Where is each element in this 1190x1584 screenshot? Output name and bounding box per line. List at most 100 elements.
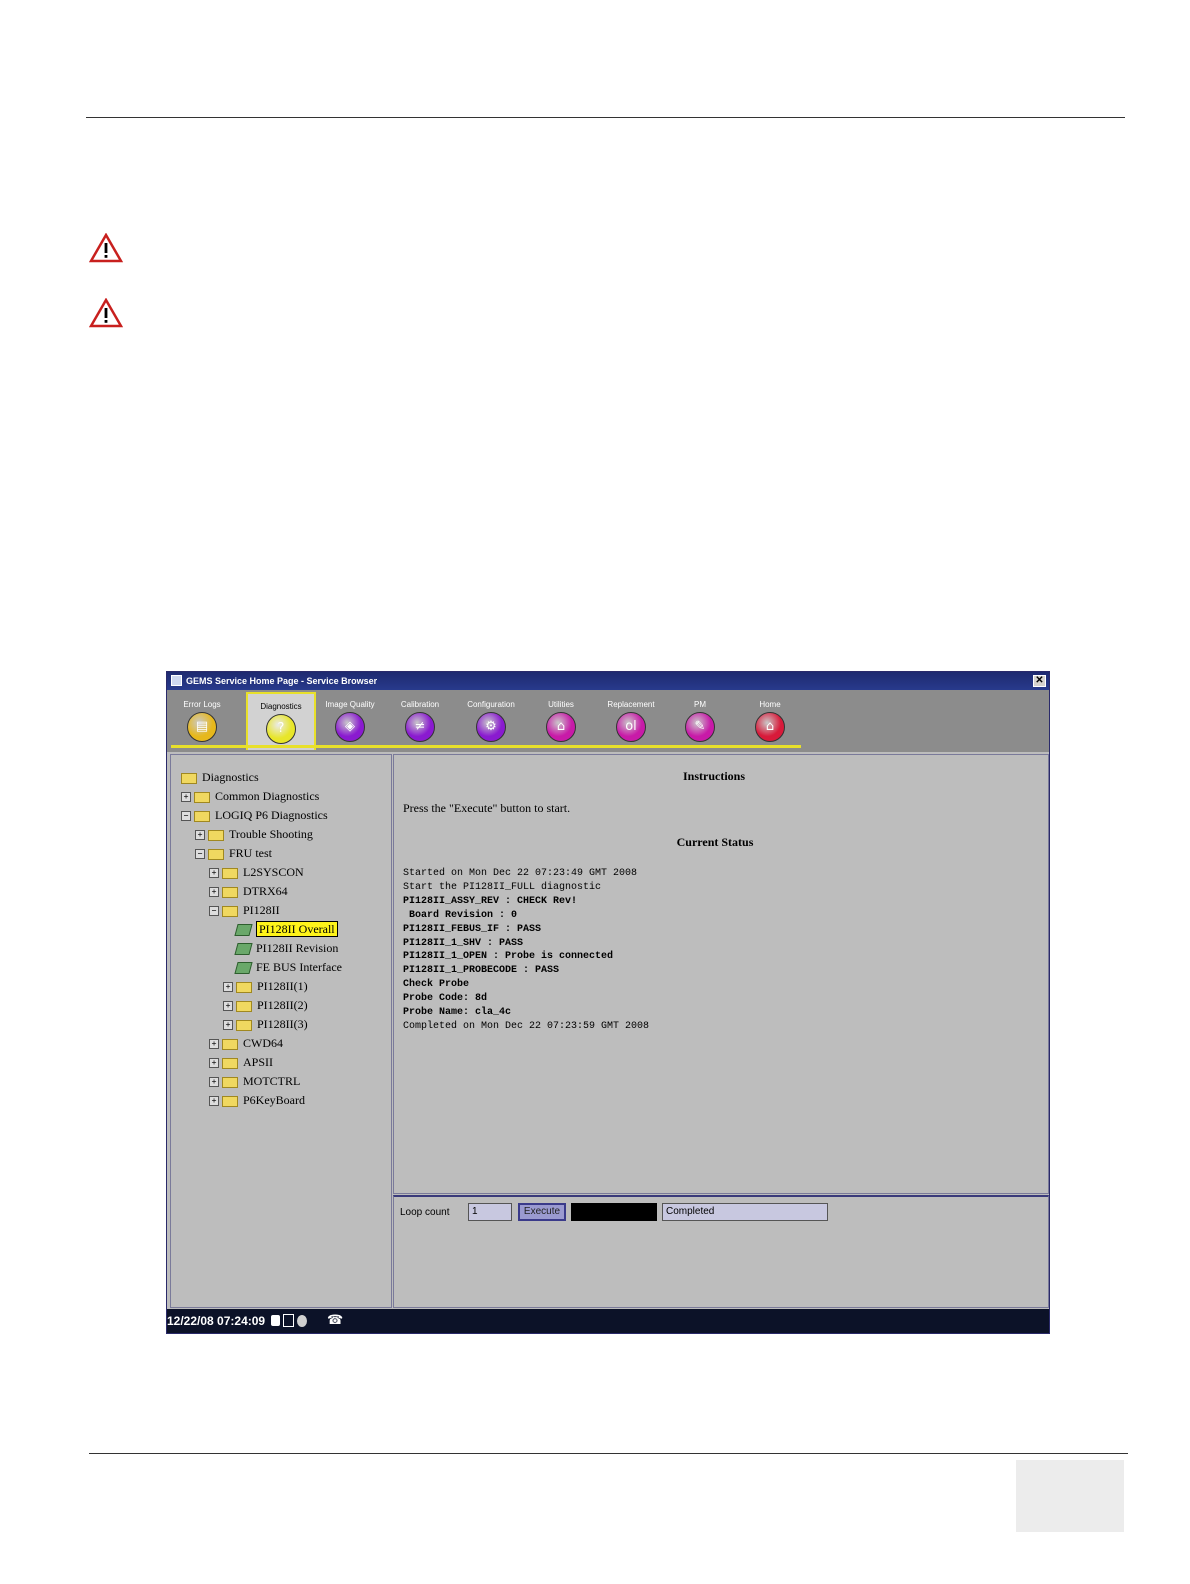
datetime: 12/22/08 07:24:09 (167, 1314, 266, 1328)
tab-label: Image Quality (325, 700, 375, 709)
tab-label: Replacement (607, 700, 655, 709)
pm-icon: ✎ (685, 712, 715, 742)
phone-icon[interactable]: ☎ (327, 1309, 343, 1333)
log-line: PI128II_FEBUS_IF : PASS (403, 923, 542, 935)
log-line: PI128II_1_PROBECODE : PASS (403, 965, 560, 977)
tree-item-label: PI128II Revision (256, 941, 339, 955)
test-icon (234, 943, 253, 956)
tab-error-logs[interactable]: Error Logs ▤ (167, 690, 237, 752)
tree-item-label: CWD64 (243, 1036, 283, 1050)
tab-calibration[interactable]: Calibration ≠ (385, 690, 455, 752)
expand-icon[interactable]: + (181, 792, 191, 803)
tree-item[interactable]: + P6KeyBoard (209, 1091, 305, 1109)
log-line: PI128II_1_OPEN : Probe is connected (403, 951, 614, 963)
expand-icon[interactable]: + (195, 830, 205, 841)
expand-icon[interactable]: + (209, 887, 219, 898)
network-icon[interactable] (283, 1314, 294, 1327)
tree-item[interactable]: − FRU test (195, 844, 272, 862)
replacement-icon: ol (616, 712, 646, 742)
expand-icon[interactable]: + (209, 1058, 219, 1069)
tree-item-label: PI128II Overall (256, 921, 338, 937)
expand-icon[interactable]: + (223, 1020, 233, 1031)
tree-item-label: PI128II(3) (257, 1017, 308, 1031)
tab-pm[interactable]: PM ✎ (665, 690, 735, 752)
footer-rule (89, 1453, 1128, 1454)
tab-image-quality[interactable]: Image Quality ◈ (315, 690, 385, 752)
tree-item-label: APSII (243, 1055, 274, 1069)
tree-item[interactable]: + DTRX64 (209, 882, 288, 900)
tab-label: Utilities (548, 700, 574, 709)
folder-icon (236, 1000, 252, 1012)
tab-utilities[interactable]: Utilities ⌂ (526, 690, 596, 752)
tab-home[interactable]: Home ⌂ (735, 690, 805, 752)
progress-bar (571, 1203, 657, 1221)
tree-item[interactable]: + PI128II(3) (223, 1015, 308, 1033)
collapse-icon[interactable]: − (181, 811, 191, 822)
instructions-heading: Instructions (682, 769, 745, 783)
log-line: Start the PI128II_FULL diagnostic (403, 881, 602, 893)
collapse-icon[interactable]: − (195, 849, 205, 860)
tree-item-label: FE BUS Interface (256, 960, 342, 974)
tree-item-label: PI128II(2) (257, 998, 308, 1012)
expand-icon[interactable]: + (209, 868, 219, 879)
tree-item[interactable]: + Common Diagnostics (181, 787, 319, 805)
tab-replacement[interactable]: Replacement ol (596, 690, 666, 752)
tab-diagnostics[interactable]: Diagnostics? (246, 692, 316, 750)
tree-item[interactable]: + PI128II(2) (223, 996, 308, 1014)
status-log: Started on Mon Dec 22 07:23:49 GMT 2008 S… (403, 867, 649, 1034)
folder-icon (208, 829, 224, 841)
folder-icon (222, 1038, 238, 1050)
close-icon[interactable]: ✕ (1033, 675, 1046, 687)
error-logs-icon: ▤ (187, 712, 217, 742)
expand-icon[interactable]: + (223, 1001, 233, 1012)
tree-item[interactable]: + Trouble Shooting (195, 825, 313, 843)
diagnostics-tree-pane: Diagnostics + Common Diagnostics − LOGIQ P6 … (170, 754, 392, 1308)
expand-icon[interactable]: + (209, 1039, 219, 1050)
utilities-icon: ⌂ (546, 712, 576, 742)
folder-icon (194, 791, 210, 803)
system-status-bar: 12/22/08 07:24:09 ☎ (167, 1309, 1049, 1333)
instructions-text: Press the "Execute" button to start. (403, 801, 571, 815)
app-icon (171, 675, 182, 686)
loop-count-label: Loop count (400, 1207, 450, 1218)
expand-icon[interactable]: + (223, 982, 233, 993)
tree-item[interactable]: PI128II Overall (223, 920, 338, 938)
tab-label: Diagnostics (260, 702, 302, 711)
tree-item[interactable]: + MOTCTRL (209, 1072, 300, 1090)
tab-configuration[interactable]: Configuration ⚙ (456, 690, 526, 752)
loop-count-input[interactable]: 1 (468, 1203, 512, 1221)
calibration-icon: ≠ (405, 712, 435, 742)
diagnostics-icon: ? (266, 714, 296, 744)
tree-item[interactable]: + CWD64 (209, 1034, 283, 1052)
log-line: Check Probe (403, 979, 470, 991)
collapse-icon[interactable]: − (209, 906, 219, 917)
tree-item-label: Diagnostics (202, 770, 259, 784)
window-title: GEMS Service Home Page - Service Browser (186, 676, 378, 686)
tree-item[interactable]: + APSII (209, 1053, 273, 1071)
tab-label: Home (759, 700, 781, 709)
service-toolbar: Error Logs ▤ Diagnostics? Image Quality ◈ Cal… (167, 690, 1049, 752)
tree-item[interactable]: Diagnostics (181, 768, 259, 786)
tree-item-label: MOTCTRL (243, 1074, 301, 1088)
expand-icon[interactable]: + (209, 1077, 219, 1088)
tree-item[interactable]: PI128II Revision (223, 939, 338, 957)
tree-item[interactable]: + L2SYSCON (209, 863, 304, 881)
tree-item[interactable]: − LOGIQ P6 Diagnostics (181, 806, 328, 824)
folder-open-icon (194, 810, 210, 822)
execute-button[interactable]: Execute (518, 1203, 566, 1221)
configuration-icon: ⚙ (476, 712, 506, 742)
disc-icon[interactable] (297, 1315, 307, 1327)
instructions-pane: Instructions Press the "Execute" button … (393, 754, 1049, 1194)
tree-item[interactable]: FE BUS Interface (223, 958, 342, 976)
expand-icon[interactable]: + (209, 1096, 219, 1107)
folder-icon (222, 886, 238, 898)
home-icon: ⌂ (755, 712, 785, 742)
tree-item[interactable]: + PI128II(1) (223, 977, 308, 995)
page-number-box (1016, 1460, 1124, 1532)
warning-icon (89, 233, 123, 263)
current-status-heading: Current Status (676, 835, 754, 849)
service-browser-window: GEMS Service Home Page - Service Browser… (166, 671, 1050, 1334)
tree-item[interactable]: − PI128II (209, 901, 280, 919)
lock-icon[interactable] (271, 1315, 280, 1326)
log-line: Probe Code: 8d (403, 993, 488, 1005)
